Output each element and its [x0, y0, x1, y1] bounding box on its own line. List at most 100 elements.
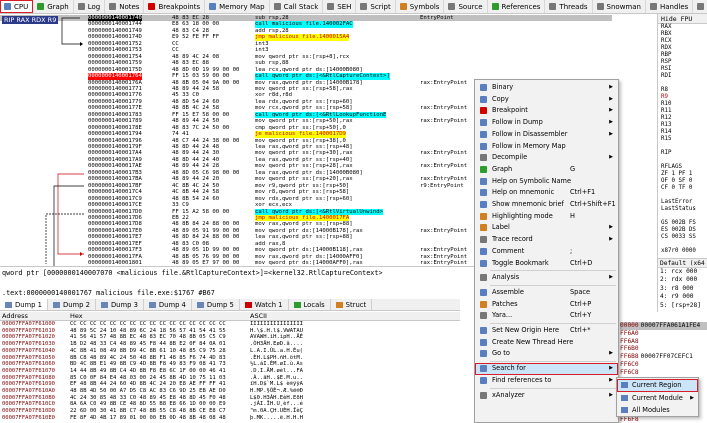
register-cf-0-tf-0[interactable]: CF 0 TF 0	[658, 185, 707, 192]
tab-snowman[interactable]: Snowman	[593, 0, 646, 13]
register-rflags[interactable]: RFLAGS	[658, 164, 707, 171]
dump-row[interactable]: 00007FFA07F610E0 FE 8F 4D 4B 17 89 01 00 …	[0, 415, 460, 422]
dump-tab-dump-2[interactable]: Dump 2	[48, 299, 96, 310]
dump-tab-struct[interactable]: Struct	[331, 299, 373, 310]
stack-row[interactable]: FF6C0	[620, 361, 707, 369]
stack-row[interactable]: FF6B8 00007FF07CEFC1	[620, 353, 707, 361]
menu-item-analysis[interactable]: Analysis ▶	[475, 272, 618, 284]
register-zf-1-pf-1[interactable]: ZF 1 PF 1	[658, 171, 707, 178]
tab-memory-map[interactable]: Memory Map	[205, 0, 270, 13]
menu-item-create-new-thread-here[interactable]: Create New Thread Here	[475, 337, 618, 349]
call-convention-title[interactable]: Default (x64 fastcall)	[658, 259, 707, 268]
register-rdx[interactable]: RDX	[658, 45, 707, 52]
menu-item-help-on-symbolic-name[interactable]: Help on Symbolic Name	[475, 176, 618, 188]
dump-row[interactable]: 00007FFA07F610D0 22 6D 00 30 41 8B C7 48 …	[0, 408, 460, 415]
register-es-002b-ds[interactable]: ES 002B DS	[658, 227, 707, 234]
tab-trace[interactable]: Trace	[693, 0, 707, 13]
dump-row[interactable]: 00007FFA07F61090 EF 48 8B 44 24 60 4D 8B …	[0, 381, 460, 388]
menu-item-find-references-to[interactable]: Find references to ▶	[475, 375, 618, 387]
register-of-0-sf-0[interactable]: OF 0 SF 0	[658, 178, 707, 185]
menu-item-search-for[interactable]: Search for ▶	[475, 363, 618, 375]
register-rip[interactable]: RIP	[658, 150, 707, 157]
menu-item-toggle-bookmark[interactable]: Toggle Bookmark Ctrl+D	[475, 258, 618, 270]
menu-item-decompile[interactable]: Decompile ▶	[475, 152, 618, 164]
dump-row[interactable]: 00007FFA07F610C0 8A 6A C0 49 8B CE 48 8D …	[0, 401, 460, 408]
register-x87r0-0000[interactable]: x87r0 0000	[658, 248, 707, 255]
menu-item-breakpoint[interactable]: Breakpoint ▶	[475, 105, 618, 117]
menu-item-comment[interactable]: Comment;	[475, 246, 618, 258]
dump-row[interactable]: 00007FFA07F61000 CC CC CC CC CC CC CC CC …	[0, 321, 460, 328]
menu-item-label[interactable]: Label ▶	[475, 222, 618, 234]
dump-row[interactable]: 00007FFA07F61070 14 44 8B 49 8B C4 4D 8B …	[0, 368, 460, 375]
register-lasterror[interactable]: LastError	[658, 199, 707, 206]
register-rsi[interactable]: RSI	[658, 66, 707, 73]
dump-tab-dump-1[interactable]: Dump 1	[0, 299, 48, 310]
menu-item-binary[interactable]: Binary ▶	[475, 82, 618, 94]
menu-item-follow-in-dump[interactable]: Follow in Dump ▶	[475, 117, 618, 129]
tab-source[interactable]: Source	[444, 0, 488, 13]
dump-row[interactable]: 00007FFA07F61060 BD 4C 8B E1 49 8B C9 4D …	[0, 361, 460, 368]
stack-row[interactable]: FF6A8	[620, 338, 707, 346]
register-r10[interactable]: R10	[658, 101, 707, 108]
stack-row[interactable]: 00000 00007FFA061A1FE4	[620, 322, 707, 330]
register-rdi[interactable]: RDI	[658, 73, 707, 80]
register-laststatus[interactable]: LastStatus	[658, 206, 707, 213]
register-r8[interactable]: R8	[658, 87, 707, 94]
register-r9[interactable]: R9	[658, 94, 707, 101]
stack-row[interactable]: FF6C8	[620, 369, 707, 377]
menu-item-follow-in-disassembler[interactable]: Follow in Disassembler ▶	[475, 129, 618, 141]
tab-symbols[interactable]: Symbols	[396, 0, 445, 13]
dump-row[interactable]: 00007FFA07F61030 1B D2 48 33 C4 48 89 45 …	[0, 341, 460, 348]
menu-item-yara[interactable]: Yara... Ctrl+Y	[475, 310, 618, 322]
register-rcx[interactable]: RCX	[658, 38, 707, 45]
tab-log[interactable]: Log	[74, 0, 106, 13]
dump-row[interactable]: 00007FFA07F61010 48 89 5C 24 10 48 89 6C …	[0, 328, 460, 335]
submenu-item-current-region[interactable]: Current Region	[617, 379, 698, 392]
dump-row[interactable]: 00007FFA07F61040 4C 8B 41 08 49 8B D9 4C …	[0, 348, 460, 355]
dump-tab-dump-3[interactable]: Dump 3	[96, 299, 144, 310]
menu-item-show-mnemonic-brief[interactable]: Show mnemonic brief Ctrl+Shift+F1	[475, 199, 618, 211]
menu-item-xanalyzer[interactable]: xAnalyzer ▶	[475, 390, 618, 402]
dump-tab-locals[interactable]: Locals	[289, 299, 331, 310]
dump-row[interactable]: 00007FFA07F61080 85 C0 0F 84 E4 48 03 00 …	[0, 375, 460, 382]
register-rax[interactable]: RAX	[658, 24, 707, 31]
menu-item-copy[interactable]: Copy ▶	[475, 94, 618, 106]
tab-call-stack[interactable]: Call Stack	[270, 0, 324, 13]
menu-item-follow-in-memory-map[interactable]: Follow in Memory Map	[475, 141, 618, 153]
stack-row[interactable]: FF6A0	[620, 330, 707, 338]
register-r12[interactable]: R12	[658, 115, 707, 122]
dump-tab-dump-4[interactable]: Dump 4	[144, 299, 192, 310]
tab-references[interactable]: References	[488, 0, 546, 13]
stack-row[interactable]: FF6B0	[620, 345, 707, 353]
tab-seh[interactable]: SEH	[323, 0, 357, 13]
register-r13[interactable]: R13	[658, 122, 707, 129]
menu-item-graph[interactable]: Graph G	[475, 164, 618, 176]
menu-item-set-new-origin-here[interactable]: Set New Origin Here Ctrl+*	[475, 325, 618, 337]
tab-graph[interactable]: Graph	[33, 0, 74, 13]
register-r14[interactable]: R14	[658, 129, 707, 136]
menu-item-help-on-mnemonic[interactable]: Help on mnemonic Ctrl+F1	[475, 187, 618, 199]
dump-row[interactable]: 00007FFA07F61020 41 56 41 57 48 8B EC 48 …	[0, 334, 460, 341]
register-r15[interactable]: R15	[658, 136, 707, 143]
hex-dump-view[interactable]: 00007FFA07F61000 CC CC CC CC CC CC CC CC …	[0, 321, 460, 423]
menu-item-trace-record[interactable]: Trace record ▶	[475, 234, 618, 246]
tab-script[interactable]: Script	[356, 0, 396, 13]
menu-item-assemble[interactable]: Assemble Space	[475, 287, 618, 299]
register-cs-0033-ss[interactable]: CS 0033 SS	[658, 234, 707, 241]
tab-handles[interactable]: Handles	[646, 0, 694, 13]
dump-row[interactable]: 00007FFA07F61050 8B C8 48 89 4C 24 50 48 …	[0, 355, 460, 362]
dump-tab-watch-1[interactable]: Watch 1	[240, 299, 289, 310]
submenu-item-current-module[interactable]: Current Module ▶	[617, 392, 698, 405]
menu-item-go-to[interactable]: Go to ▶	[475, 348, 618, 360]
register-rsp[interactable]: RSP	[658, 59, 707, 66]
hide-fpu-button[interactable]: Hide FPU	[658, 14, 707, 24]
tab-notes[interactable]: Notes	[105, 0, 145, 13]
dump-row[interactable]: 00007FFA07F610A0 48 8B 4D 50 00 A7 D5 C8 …	[0, 388, 460, 395]
submenu-item-all-modules[interactable]: All Modules	[617, 404, 698, 417]
register-gs-002b-fs[interactable]: GS 002B FS	[658, 220, 707, 227]
menu-item-patches[interactable]: Patches Ctrl+P	[475, 299, 618, 311]
tab-cpu[interactable]: CPU	[0, 0, 34, 13]
tab-breakpoints[interactable]: Breakpoints	[144, 0, 206, 13]
dump-tab-dump-5[interactable]: Dump 5	[192, 299, 240, 310]
register-r11[interactable]: R11	[658, 108, 707, 115]
